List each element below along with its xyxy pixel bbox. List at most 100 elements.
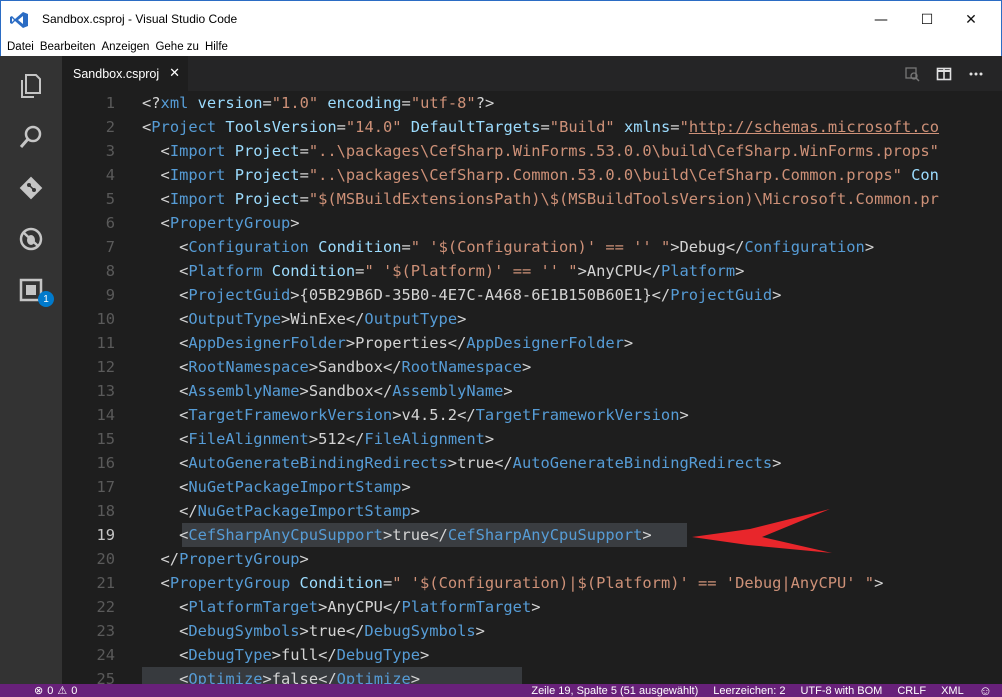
git-icon[interactable] bbox=[17, 174, 45, 202]
open-changes-icon[interactable] bbox=[904, 66, 920, 82]
line-number: 8 bbox=[105, 262, 115, 280]
line-code: <FileAlignment>512</FileAlignment> bbox=[142, 430, 495, 448]
line-number: 14 bbox=[96, 406, 115, 424]
line-number: 6 bbox=[105, 214, 115, 232]
window-title: Sandbox.csproj - Visual Studio Code bbox=[42, 12, 238, 26]
code-line[interactable]: 12 <RootNamespace>Sandbox</RootNamespace… bbox=[62, 355, 1002, 379]
encoding[interactable]: UTF-8 with BOM bbox=[800, 685, 882, 697]
problems-indicator[interactable]: ⊗ 0 ⚠ 0 bbox=[34, 684, 77, 697]
line-number: 7 bbox=[105, 238, 115, 256]
code-line[interactable]: 16 <AutoGenerateBindingRedirects>true</A… bbox=[62, 451, 1002, 475]
activity-bar: 1 bbox=[0, 56, 62, 684]
warning-icon: ⚠ bbox=[57, 685, 68, 697]
search-icon[interactable] bbox=[17, 123, 45, 151]
menu-gehe-zu[interactable]: Gehe zu bbox=[149, 41, 198, 53]
menu-bearbeiten[interactable]: Bearbeiten bbox=[34, 41, 96, 53]
line-code: <NuGetPackageImportStamp> bbox=[142, 478, 411, 496]
line-code: <DebugType>full</DebugType> bbox=[142, 646, 430, 664]
code-line[interactable]: 20 </PropertyGroup> bbox=[62, 547, 1002, 571]
cursor-position[interactable]: Zeile 19, Spalte 5 (51 ausgewählt) bbox=[531, 685, 698, 697]
menu-datei[interactable]: Datei bbox=[1, 41, 34, 53]
line-number: 11 bbox=[96, 334, 115, 352]
code-line[interactable]: 11 <AppDesignerFolder>Properties</AppDes… bbox=[62, 331, 1002, 355]
minimize-button[interactable]: — bbox=[858, 1, 904, 38]
line-number: 10 bbox=[96, 310, 115, 328]
explorer-icon[interactable] bbox=[17, 72, 45, 100]
tab-close-icon[interactable]: ✕ bbox=[169, 66, 180, 81]
indentation[interactable]: Leerzeichen: 2 bbox=[713, 685, 785, 697]
code-line[interactable]: 14 <TargetFrameworkVersion>v4.5.2</Targe… bbox=[62, 403, 1002, 427]
split-editor-icon[interactable] bbox=[936, 66, 952, 82]
menu-hilfe[interactable]: Hilfe bbox=[199, 41, 228, 53]
line-code: <Platform Condition=" '$(Platform)' == '… bbox=[142, 262, 745, 280]
error-icon: ⊗ bbox=[34, 685, 44, 697]
code-line[interactable]: 10 <OutputType>WinExe</OutputType> bbox=[62, 307, 1002, 331]
line-number: 19 bbox=[96, 526, 115, 544]
tab-bar: Sandbox.csproj ✕ bbox=[62, 56, 1002, 91]
line-code: <AssemblyName>Sandbox</AssemblyName> bbox=[142, 382, 513, 400]
line-code: <TargetFrameworkVersion>v4.5.2</TargetFr… bbox=[142, 406, 689, 424]
more-icon[interactable] bbox=[968, 66, 984, 82]
tab-sandbox-csproj[interactable]: Sandbox.csproj ✕ bbox=[62, 56, 188, 91]
menu-anzeigen[interactable]: Anzeigen bbox=[95, 41, 149, 53]
line-number: 13 bbox=[96, 382, 115, 400]
code-line[interactable]: 7 <Configuration Condition=" '$(Configur… bbox=[62, 235, 1002, 259]
code-line[interactable]: 15 <FileAlignment>512</FileAlignment> bbox=[62, 427, 1002, 451]
line-number: 12 bbox=[96, 358, 115, 376]
line-code: <Project ToolsVersion="14.0" DefaultTarg… bbox=[142, 118, 940, 136]
line-number: 18 bbox=[96, 502, 115, 520]
annotation-arrow-icon bbox=[692, 509, 832, 553]
line-number: 22 bbox=[96, 598, 115, 616]
language-mode[interactable]: XML bbox=[941, 685, 964, 697]
line-code: </NuGetPackageImportStamp> bbox=[142, 502, 421, 520]
line-number: 4 bbox=[105, 166, 115, 184]
debug-icon[interactable] bbox=[17, 225, 45, 253]
code-line[interactable]: 19 <CefSharpAnyCpuSupport>true</CefSharp… bbox=[62, 523, 1002, 547]
code-line[interactable]: 1 <?xml version="1.0" encoding="utf-8"?> bbox=[62, 91, 1002, 115]
menu-bar: Datei Bearbeiten Anzeigen Gehe zu Hilfe bbox=[0, 37, 1002, 56]
line-number: 1 bbox=[105, 94, 115, 112]
line-code: <OutputType>WinExe</OutputType> bbox=[142, 310, 467, 328]
line-number: 25 bbox=[96, 670, 115, 684]
code-line[interactable]: 8 <Platform Condition=" '$(Platform)' ==… bbox=[62, 259, 1002, 283]
code-line[interactable]: 17 <NuGetPackageImportStamp> bbox=[62, 475, 1002, 499]
line-number: 16 bbox=[96, 454, 115, 472]
line-number: 17 bbox=[96, 478, 115, 496]
code-line[interactable]: 24 <DebugType>full</DebugType> bbox=[62, 643, 1002, 667]
warning-count: 0 bbox=[71, 684, 78, 697]
maximize-button[interactable]: ☐ bbox=[904, 1, 950, 38]
line-code: <DebugSymbols>true</DebugSymbols> bbox=[142, 622, 485, 640]
line-number: 20 bbox=[96, 550, 115, 568]
close-window-button[interactable]: ✕ bbox=[948, 1, 994, 38]
code-line[interactable]: 2 <Project ToolsVersion="14.0" DefaultTar… bbox=[62, 115, 1002, 139]
code-line[interactable]: 18 </NuGetPackageImportStamp> bbox=[62, 499, 1002, 523]
code-line[interactable]: 5 <Import Project="$(MSBuildExtensionsPa… bbox=[62, 187, 1002, 211]
code-line[interactable]: 6 <PropertyGroup> bbox=[62, 211, 1002, 235]
code-line[interactable]: 21 <PropertyGroup Condition=" '$(Configu… bbox=[62, 571, 1002, 595]
line-code: <Import Project="$(MSBuildExtensionsPath… bbox=[142, 190, 939, 208]
feedback-icon[interactable]: ☺ bbox=[979, 683, 992, 697]
line-number: 2 bbox=[105, 118, 115, 136]
code-line[interactable]: 4 <Import Project="..\packages\CefSharp.… bbox=[62, 163, 1002, 187]
code-line[interactable]: 13 <AssemblyName>Sandbox</AssemblyName> bbox=[62, 379, 1002, 403]
extensions-badge: 1 bbox=[38, 291, 54, 307]
code-line[interactable]: 9 <ProjectGuid>{05B29B6D-35B0-4E7C-A468-… bbox=[62, 283, 1002, 307]
line-code: <AutoGenerateBindingRedirects>true</Auto… bbox=[142, 454, 782, 472]
code-line[interactable]: 3 <Import Project="..\packages\CefSharp.… bbox=[62, 139, 1002, 163]
code-editor[interactable]: 1 <?xml version="1.0" encoding="utf-8"?> 2… bbox=[62, 91, 1002, 684]
line-code: <PlatformTarget>AnyCPU</PlatformTarget> bbox=[142, 598, 541, 616]
line-ending[interactable]: CRLF bbox=[897, 685, 926, 697]
code-line[interactable]: 22 <PlatformTarget>AnyCPU</PlatformTarge… bbox=[62, 595, 1002, 619]
line-number: 15 bbox=[96, 430, 115, 448]
code-line[interactable]: 25 <Optimize>false</Optimize> bbox=[62, 667, 1002, 684]
line-code: <CefSharpAnyCpuSupport>true</CefSharpAny… bbox=[142, 526, 652, 544]
code-line[interactable]: 23 <DebugSymbols>true</DebugSymbols> bbox=[62, 619, 1002, 643]
line-code: <?xml version="1.0" encoding="utf-8"?> bbox=[142, 94, 495, 112]
line-code: <PropertyGroup Condition=" '$(Configurat… bbox=[142, 574, 884, 592]
title-bar: Sandbox.csproj - Visual Studio Code — ☐ … bbox=[0, 0, 1002, 37]
line-number: 9 bbox=[105, 286, 115, 304]
line-code: <Configuration Condition=" '$(Configurat… bbox=[142, 238, 875, 256]
line-code: <ProjectGuid>{05B29B6D-35B0-4E7C-A468-6E… bbox=[142, 286, 782, 304]
line-code: <Import Project="..\packages\CefSharp.Co… bbox=[142, 166, 939, 184]
editor-actions bbox=[904, 56, 984, 91]
